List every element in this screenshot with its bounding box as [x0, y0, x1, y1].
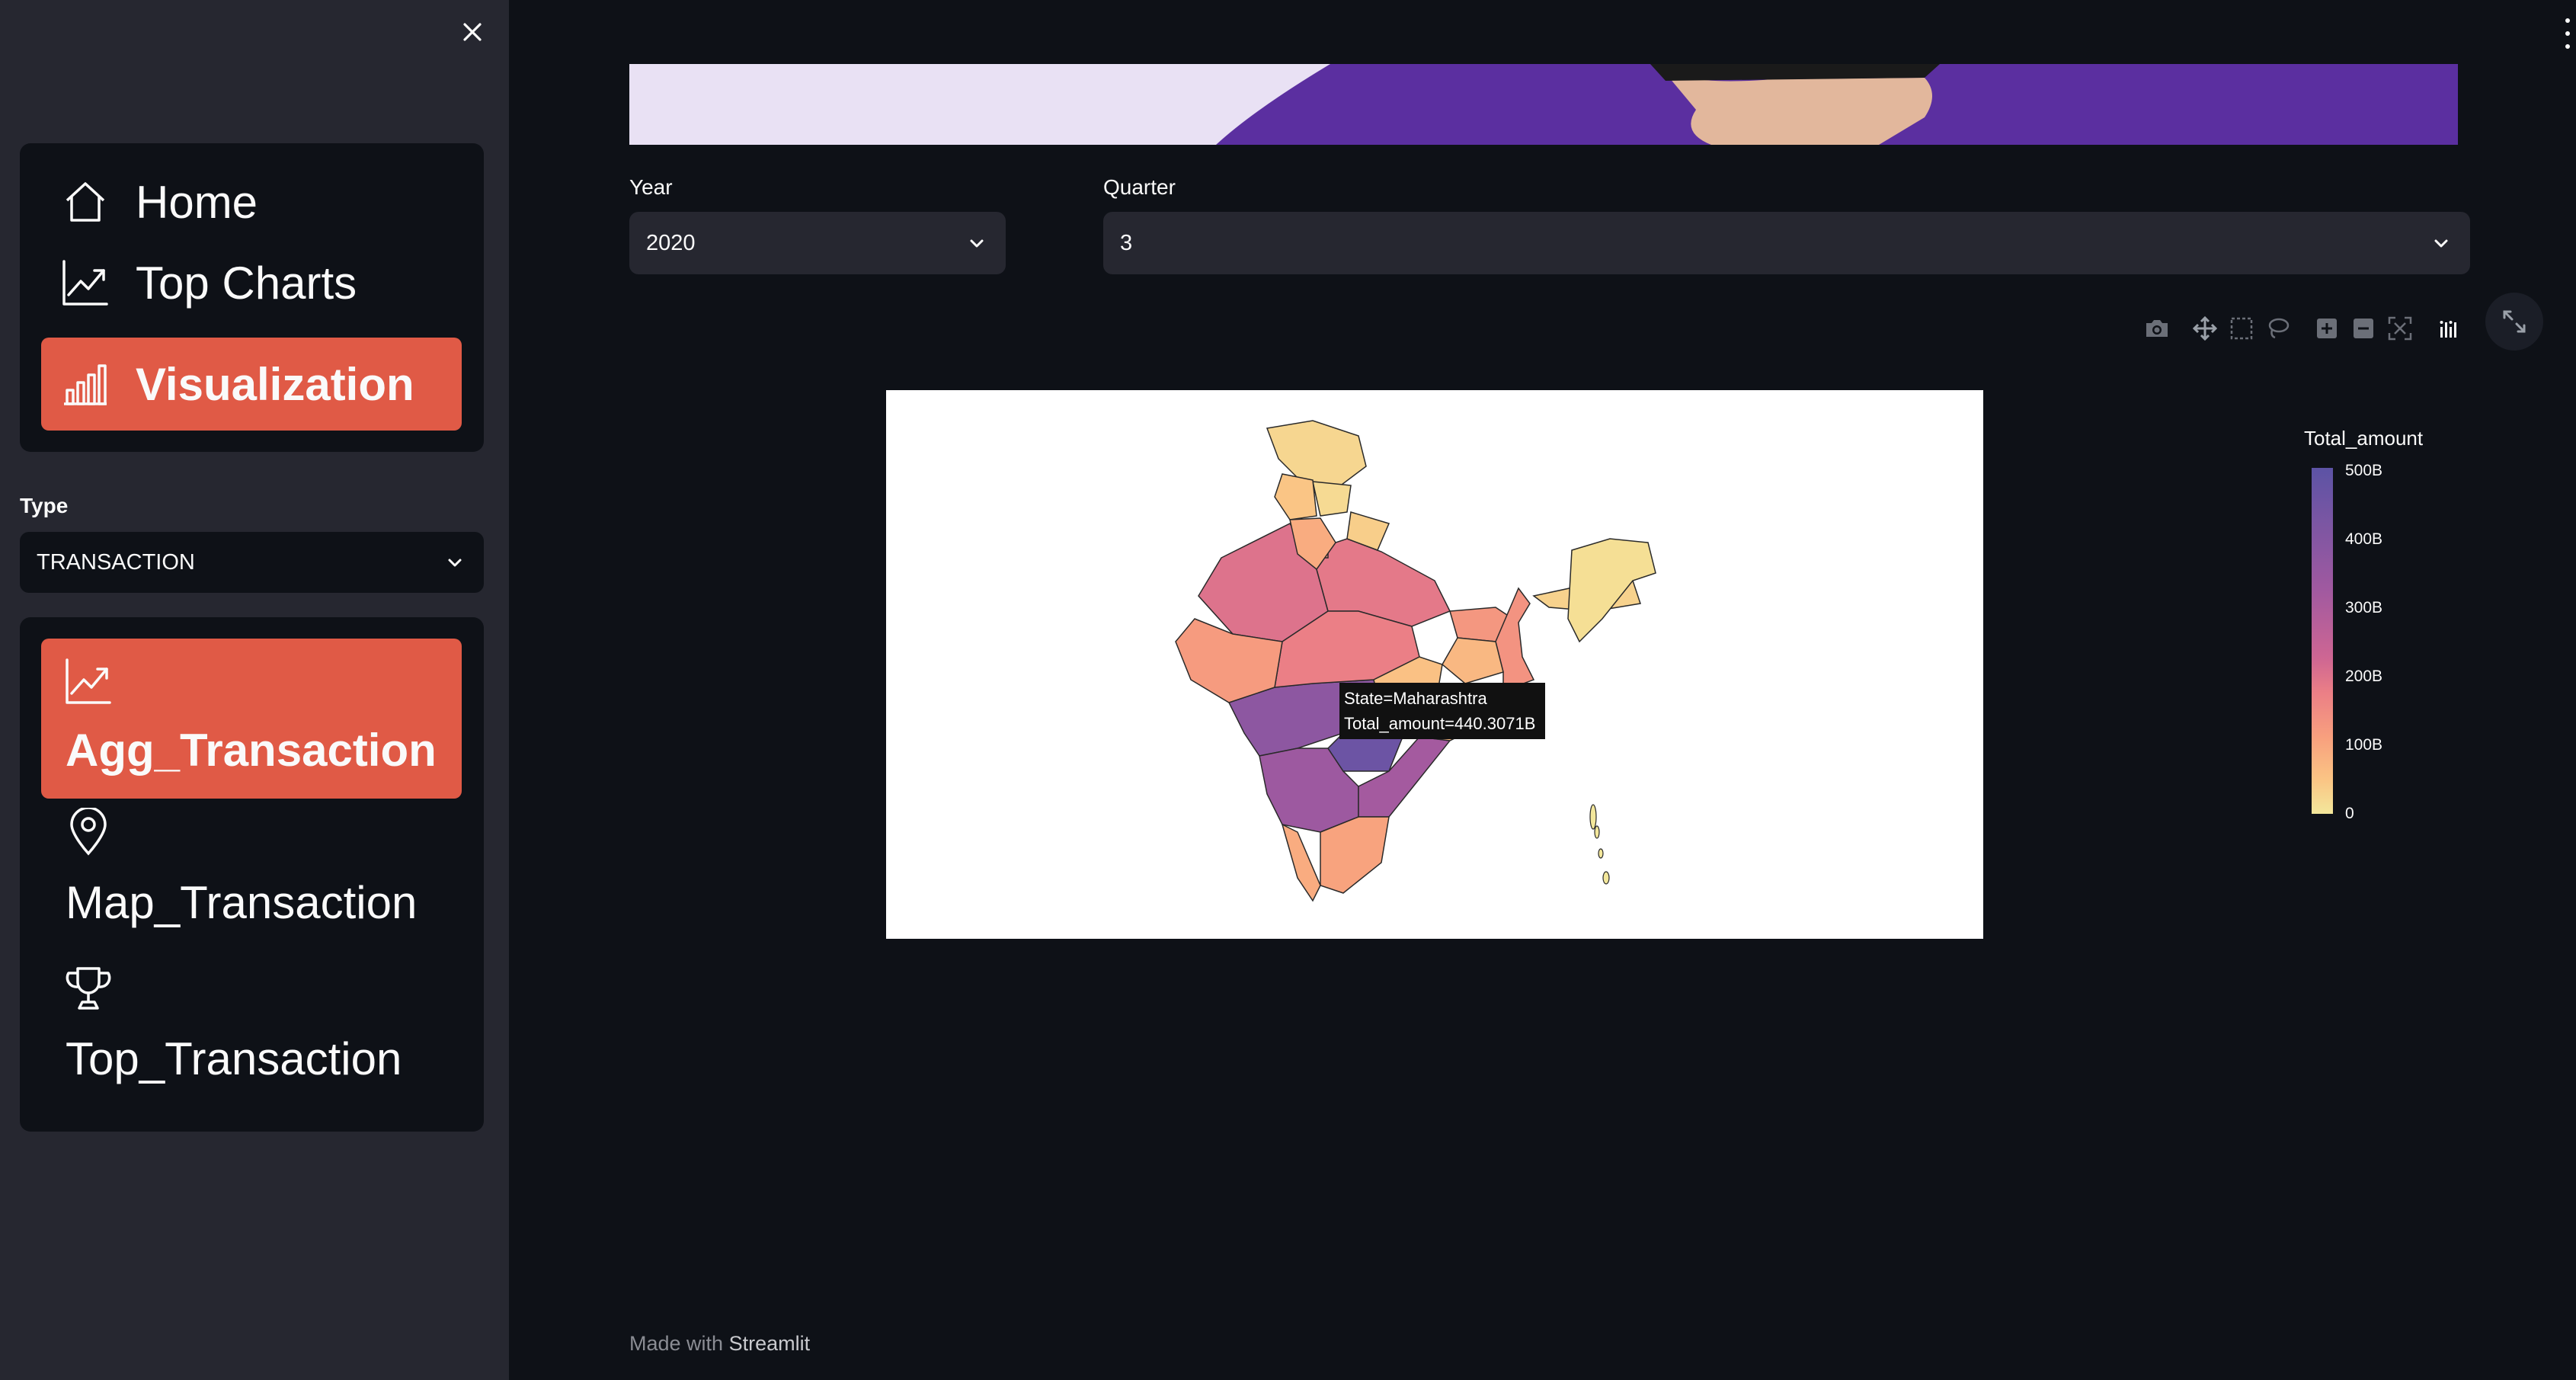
- chevron-down-icon: [2432, 234, 2450, 252]
- chart-line-icon: [61, 258, 110, 307]
- state-region-jharkhand[interactable]: [1442, 637, 1504, 684]
- bar-chart-icon: [61, 360, 110, 408]
- sidebar: Home Top Charts Visualization Type TRANS…: [0, 0, 509, 1380]
- streamlit-link[interactable]: Streamlit: [729, 1332, 811, 1355]
- sub-nav-menu: Agg_Transaction Map_Transaction Top_Tran…: [20, 617, 484, 1132]
- island-region[interactable]: [1598, 848, 1604, 859]
- quarter-select-value: 3: [1120, 230, 1133, 255]
- zoom-in-icon[interactable]: [2312, 309, 2342, 347]
- chevron-down-icon: [968, 234, 986, 252]
- colorbar: [2312, 468, 2333, 814]
- island-region[interactable]: [1594, 825, 1600, 839]
- menu-dot: [2565, 31, 2570, 36]
- state-region-punjab[interactable]: [1274, 473, 1317, 520]
- type-label: Type: [20, 494, 69, 517]
- sub-nav-item-map-transaction[interactable]: Map_Transaction: [41, 808, 462, 953]
- lasso-select-icon[interactable]: [2263, 309, 2293, 347]
- footer-prefix: Made with: [629, 1332, 724, 1355]
- colorbar-tick: 200B: [2345, 668, 2383, 685]
- menu-dot: [2565, 44, 2570, 49]
- nav-item-label: Visualization: [136, 358, 414, 410]
- colorbar-tick: 400B: [2345, 530, 2383, 548]
- island-region[interactable]: [1602, 871, 1610, 885]
- close-icon: [463, 23, 482, 41]
- menu-dot: [2565, 18, 2570, 23]
- state-region-west-bengal[interactable]: [1495, 587, 1535, 693]
- map-pin-icon: [64, 808, 113, 856]
- quarter-select[interactable]: 3: [1103, 212, 2470, 274]
- colorbar-tick: 300B: [2345, 599, 2383, 616]
- tooltip-amount: Total_amount=440.3071B: [1344, 714, 1536, 733]
- close-sidebar-button[interactable]: [457, 17, 488, 47]
- type-select[interactable]: TRANSACTION: [20, 532, 484, 593]
- sub-nav-item-label: Agg_Transaction: [66, 725, 437, 776]
- type-select-value: TRANSACTION: [37, 549, 195, 575]
- tooltip-state: State=Maharashtra: [1344, 689, 1487, 708]
- nav-item-visualization[interactable]: Visualization: [41, 338, 462, 431]
- state-region-north-east[interactable]: [1567, 538, 1656, 643]
- state-region-himachal-pradesh[interactable]: [1312, 481, 1352, 517]
- header-banner-image: [629, 64, 2458, 145]
- nav-item-top-charts[interactable]: Top Charts: [41, 242, 462, 323]
- year-select-value: 2020: [646, 230, 696, 255]
- state-region-tamil-nadu[interactable]: [1320, 816, 1390, 894]
- sub-nav-item-label: Map_Transaction: [66, 877, 418, 928]
- year-select[interactable]: 2020: [629, 212, 1006, 274]
- year-label: Year: [629, 175, 673, 199]
- box-select-icon[interactable]: [2226, 309, 2257, 347]
- chevron-down-icon: [446, 553, 464, 572]
- choropleth-map[interactable]: [886, 390, 1983, 939]
- footer: Made with Streamlit: [629, 1332, 810, 1356]
- main-nav-menu: Home Top Charts Visualization: [20, 143, 484, 452]
- reset-view-icon[interactable]: [2385, 309, 2415, 347]
- colorbar-tick: 500B: [2345, 462, 2383, 479]
- expand-icon: [2503, 310, 2526, 333]
- nav-item-label: Home: [136, 176, 258, 228]
- trophy-icon: [64, 964, 113, 1013]
- colorbar-title: Total_amount: [2304, 427, 2424, 450]
- quarter-label: Quarter: [1103, 175, 1176, 199]
- plotly-logo-icon[interactable]: [2434, 309, 2464, 347]
- india-map-svg[interactable]: [886, 390, 1983, 939]
- nav-item-label: Top Charts: [136, 257, 357, 309]
- house-icon: [61, 178, 110, 226]
- state-region-kerala[interactable]: [1281, 823, 1321, 902]
- camera-icon[interactable]: [2142, 309, 2172, 347]
- main-menu-button[interactable]: [2562, 18, 2574, 49]
- nav-item-home[interactable]: Home: [41, 162, 462, 242]
- fullscreen-button[interactable]: [2485, 293, 2543, 351]
- sub-nav-item-agg-transaction[interactable]: Agg_Transaction: [41, 639, 462, 799]
- pan-icon[interactable]: [2190, 309, 2220, 347]
- chart-line-icon: [64, 657, 113, 706]
- island-region[interactable]: [1589, 804, 1597, 830]
- sub-nav-item-label: Top_Transaction: [66, 1033, 402, 1084]
- colorbar-tick: 100B: [2345, 736, 2383, 754]
- sub-nav-item-top-transaction[interactable]: Top_Transaction: [41, 964, 462, 1109]
- zoom-out-icon[interactable]: [2348, 309, 2379, 347]
- colorbar-tick: 0: [2345, 805, 2354, 822]
- hover-tooltip: State=Maharashtra Total_amount=440.3071B: [1339, 683, 1545, 739]
